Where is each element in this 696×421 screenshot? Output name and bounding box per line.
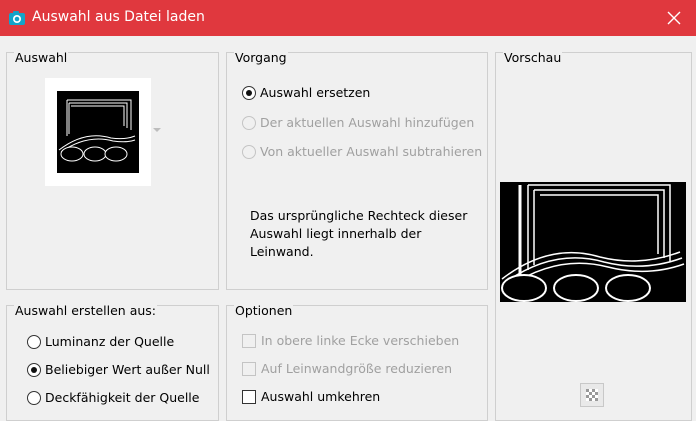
- preview-image: [500, 182, 686, 302]
- radio-button[interactable]: [27, 334, 41, 349]
- checkbox-auswahl-umkehren[interactable]: Auswahl umkehren: [242, 389, 380, 404]
- radio-subtrahieren[interactable]: Von aktueller Auswahl subtrahieren: [242, 144, 482, 159]
- camera-icon: [9, 11, 25, 25]
- window-title: Auswahl aus Datei laden: [32, 9, 205, 25]
- radio-label: Der aktuellen Auswahl hinzufügen: [260, 115, 475, 130]
- vorschau-label: Vorschau: [503, 50, 563, 65]
- checkbox-label: Auswahl umkehren: [261, 389, 381, 404]
- checkbox[interactable]: [242, 361, 256, 376]
- chevron-down-icon[interactable]: [153, 128, 161, 132]
- radio-luminanz[interactable]: Luminanz der Quelle: [27, 334, 174, 349]
- checkbox[interactable]: [242, 389, 256, 404]
- radio-button[interactable]: [27, 362, 41, 377]
- radio-beliebiger-wert[interactable]: Beliebiger Wert außer Null: [27, 362, 210, 377]
- radio-auswahl-ersetzen[interactable]: Auswahl ersetzen: [242, 85, 370, 100]
- radio-label: Deckfähigkeit der Quelle: [45, 390, 200, 405]
- title-bar: Auswahl aus Datei laden: [0, 0, 696, 36]
- radio-label: Auswahl ersetzen: [260, 85, 371, 100]
- transparency-toggle-button[interactable]: [580, 383, 604, 407]
- auswahl-label: Auswahl: [14, 50, 69, 65]
- selection-shape-image: [57, 91, 139, 173]
- checkbox-obere-linke-ecke[interactable]: In obere linke Ecke verschieben: [242, 333, 459, 348]
- info-text: Das ursprüngliche Rechteck dieser Auswah…: [250, 208, 468, 259]
- checkbox-leinwandgroesse[interactable]: Auf Leinwandgröße reduzieren: [242, 361, 452, 376]
- checkerboard-icon: [586, 389, 598, 401]
- checkbox[interactable]: [242, 333, 256, 348]
- erstellen-label: Auswahl erstellen aus:: [14, 303, 158, 318]
- radio-hinzufuegen[interactable]: Der aktuellen Auswahl hinzufügen: [242, 115, 474, 130]
- radio-label: Von aktueller Auswahl subtrahieren: [260, 144, 483, 159]
- vorgang-label: Vorgang: [234, 50, 288, 65]
- radio-deckfaehigkeit[interactable]: Deckfähigkeit der Quelle: [27, 390, 199, 405]
- selection-thumbnail[interactable]: [45, 78, 151, 186]
- radio-label: Beliebiger Wert außer Null: [45, 362, 210, 377]
- radio-button[interactable]: [242, 144, 256, 159]
- close-icon: [667, 11, 681, 25]
- optionen-label: Optionen: [234, 303, 294, 318]
- close-button[interactable]: [652, 0, 696, 36]
- checkbox-label: Auf Leinwandgröße reduzieren: [261, 361, 453, 376]
- radio-button[interactable]: [242, 85, 256, 100]
- radio-label: Luminanz der Quelle: [45, 334, 175, 349]
- radio-button[interactable]: [242, 115, 256, 130]
- radio-button[interactable]: [27, 390, 41, 405]
- checkbox-label: In obere linke Ecke verschieben: [261, 333, 460, 348]
